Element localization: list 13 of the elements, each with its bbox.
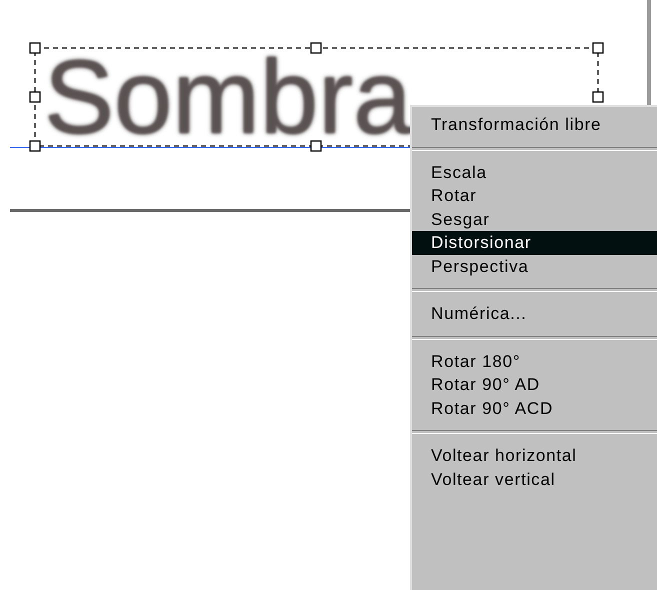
canvas-text: Sombra <box>44 58 412 138</box>
menu-item[interactable]: Numérica... <box>412 302 657 326</box>
menu-item[interactable]: Voltear horizontal <box>412 444 657 468</box>
menu-item[interactable]: Rotar <box>412 184 657 208</box>
menu-item[interactable]: Rotar 180° <box>412 350 657 373</box>
menu-item[interactable]: Transformación libre <box>412 113 657 136</box>
menu-item[interactable]: Rotar 90° AD <box>412 373 657 396</box>
menu-item[interactable]: Escala <box>412 160 657 184</box>
menu-item[interactable]: Sesgar <box>412 208 657 231</box>
menu-item[interactable]: Voltear vertical <box>412 468 657 491</box>
menu-item[interactable]: Perspectiva <box>412 254 657 278</box>
menu-item[interactable]: Distorsionar <box>412 231 657 254</box>
menu-item[interactable]: Rotar 90° ACD <box>412 396 657 420</box>
